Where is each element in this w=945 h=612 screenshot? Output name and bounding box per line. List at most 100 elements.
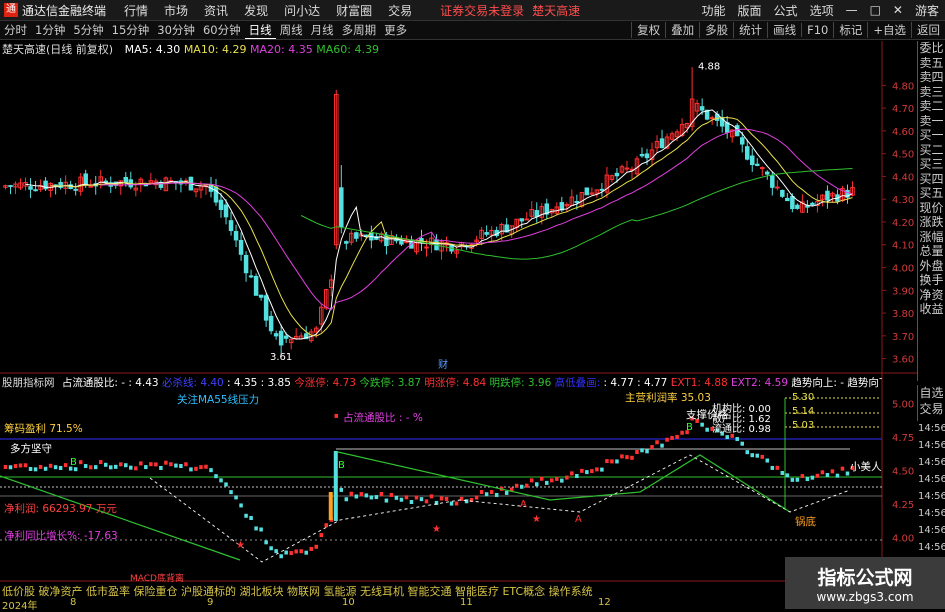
btn-add-watch[interactable]: +自选 — [867, 22, 911, 38]
menu-formula[interactable]: 公式 — [774, 2, 798, 19]
btn-draw[interactable]: 画线 — [767, 22, 801, 38]
candle-body — [394, 238, 399, 242]
ind-bar — [254, 526, 258, 531]
price-label-8: 4.00 — [892, 264, 914, 275]
side-item-4[interactable]: 卖二 — [918, 99, 945, 114]
ind-bar — [344, 497, 349, 502]
ind-bar — [78, 460, 83, 465]
ind-axis-label-2: 4.50 — [892, 467, 914, 478]
guest-user[interactable]: 游客 — [915, 2, 939, 19]
side-item-16[interactable]: 换手 — [918, 273, 945, 288]
side-item-3[interactable]: 卖三 — [918, 85, 945, 100]
candle-body — [324, 289, 329, 309]
login-warning[interactable]: 证券交易未登录 — [440, 2, 524, 19]
ind-axis-label-1: 4.75 — [892, 433, 914, 444]
tab-30min[interactable]: 30分钟 — [153, 22, 199, 38]
candle-body — [414, 239, 419, 253]
candle-body — [689, 98, 695, 127]
side2-item-0[interactable]: 自选 — [918, 385, 945, 401]
candle-body — [329, 279, 334, 289]
candle-body — [509, 225, 514, 235]
ind-bar — [540, 476, 544, 481]
focus-note: 关注MA55线压力 — [177, 393, 259, 406]
ind-bar — [108, 465, 113, 470]
side-item-7[interactable]: 买二 — [918, 143, 945, 158]
side-item-6[interactable]: 买一 — [918, 128, 945, 143]
ind-bar — [705, 427, 709, 432]
tab-multi[interactable]: 多周期 — [338, 22, 381, 38]
side-item-12[interactable]: 涨跌 — [918, 215, 945, 230]
side-item-9[interactable]: 买四 — [918, 172, 945, 187]
side-item-14[interactable]: 总量 — [918, 244, 945, 259]
candle-body — [454, 250, 459, 254]
btn-stats[interactable]: 统计 — [733, 22, 767, 38]
menu-options[interactable]: 选项 — [810, 2, 834, 19]
tab-daily[interactable]: 日线 — [244, 22, 276, 39]
side-item-2[interactable]: 卖四 — [918, 70, 945, 85]
candle-body — [43, 180, 48, 190]
side-item-13[interactable]: 涨幅 — [918, 230, 945, 245]
side-item-15[interactable]: 外盘 — [918, 259, 945, 274]
side-item-8[interactable]: 买三 — [918, 157, 945, 172]
ind-bar — [274, 549, 278, 554]
watermark-url: www.zbgs3.com — [816, 590, 914, 604]
tab-more[interactable]: 更多 — [380, 22, 411, 38]
candle-body — [359, 233, 364, 237]
tab-5min[interactable]: 5分钟 — [69, 22, 107, 38]
btn-multistock[interactable]: 多股 — [699, 22, 733, 38]
menu-item-market[interactable]: 市场 — [164, 2, 188, 19]
menu-item-trade[interactable]: 交易 — [388, 2, 412, 19]
side-item-0[interactable]: 委比 — [918, 41, 945, 56]
minimize-icon[interactable]: — — [846, 3, 858, 17]
menu-item-hq[interactable]: 行情 — [124, 2, 148, 19]
menu-layout[interactable]: 版面 — [738, 2, 762, 19]
side-item-11[interactable]: 现价 — [918, 201, 945, 216]
candle-body — [173, 180, 179, 184]
menu-item-wealth[interactable]: 财富圈 — [336, 2, 372, 19]
ind-bar — [775, 465, 780, 470]
menu-item-ask[interactable]: 问小达 — [284, 2, 320, 19]
ind-bar — [735, 437, 739, 442]
side-item-1[interactable]: 卖五 — [918, 56, 945, 71]
tab-1min[interactable]: 1分钟 — [31, 22, 69, 38]
signal-b-2: B — [686, 422, 693, 433]
btn-back[interactable]: 返回 — [911, 22, 945, 38]
candle-body — [53, 184, 58, 187]
btn-overlay[interactable]: 叠加 — [665, 22, 699, 38]
ind-bar — [359, 492, 364, 497]
side2-item-1[interactable]: 交易 — [918, 401, 945, 417]
indicator-name[interactable]: 股朋指标网 — [2, 377, 55, 389]
candle-body — [113, 181, 119, 186]
side-item-17[interactable]: 净资 — [918, 288, 945, 303]
side-item-18[interactable]: 收益 — [918, 302, 945, 317]
menu-function[interactable]: 功能 — [702, 2, 726, 19]
tab-fenshi[interactable]: 分时 — [0, 22, 31, 38]
nanmei-note: 小美人 — [850, 460, 882, 473]
close-icon[interactable]: ✕ — [893, 3, 903, 17]
side-item-10[interactable]: 买五 — [918, 186, 945, 201]
ind-bar — [800, 474, 805, 479]
tab-60min[interactable]: 60分钟 — [199, 22, 245, 38]
candle-body — [138, 178, 144, 186]
candle-body — [674, 131, 680, 138]
tab-weekly[interactable]: 周线 — [276, 22, 307, 38]
candle-body — [178, 180, 184, 185]
ind-bar — [765, 458, 770, 463]
tab-15min[interactable]: 15分钟 — [108, 22, 154, 38]
kline-chart[interactable]: 4.80 4.70 4.60 4.50 4.40 4.30 4.20 4.10 4.00 3.90… — [0, 0, 945, 609]
ind-bar — [655, 440, 659, 445]
btn-f10[interactable]: F10 — [801, 23, 833, 37]
btn-mark[interactable]: 标记 — [833, 22, 867, 38]
candle-body — [228, 220, 234, 232]
tab-monthly[interactable]: 月线 — [307, 22, 338, 38]
btn-fuquan[interactable]: 复权 — [631, 22, 665, 38]
maximize-icon[interactable]: □ — [870, 3, 881, 17]
candle-body — [293, 335, 299, 340]
menu-item-discover[interactable]: 发现 — [244, 2, 268, 19]
ratio-line-0: 机构比: 0.00 — [712, 402, 771, 415]
candle-body — [33, 189, 38, 192]
menu-item-news[interactable]: 资讯 — [204, 2, 228, 19]
candle-body — [479, 229, 484, 239]
candle-body — [669, 133, 675, 140]
side-item-5[interactable]: 卖一 — [918, 114, 945, 129]
